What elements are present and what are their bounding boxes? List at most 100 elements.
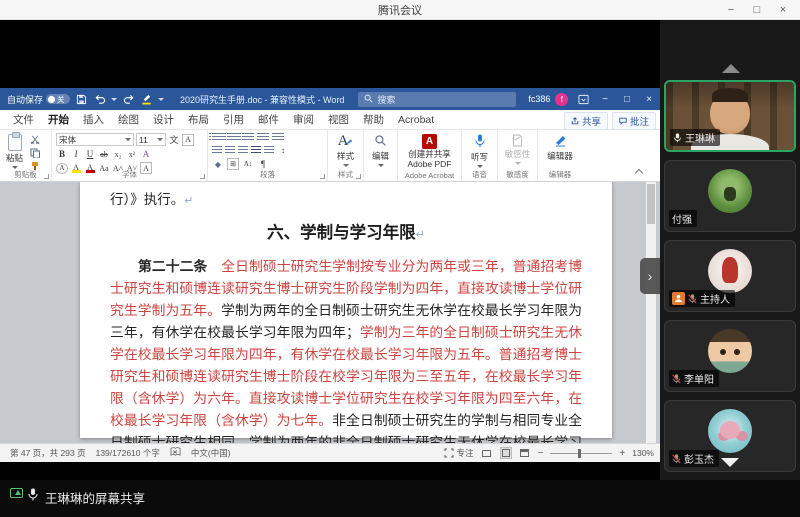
- screen-share-stage: 自动保存 关 2020研究生手册.doc - 兼容性模式 - Wor: [0, 20, 660, 480]
- scroll-up-arrow[interactable]: [722, 64, 740, 73]
- minimize-button[interactable]: −: [718, 0, 744, 20]
- document-page[interactable]: 行）》执行。↵ 六、学制与学习年限↵ 第二十二条 全日制硕士研究生学制按专业分为…: [80, 182, 612, 438]
- align-left-icon[interactable]: [212, 146, 222, 155]
- zoom-level[interactable]: 130%: [632, 448, 654, 458]
- distribute-icon[interactable]: [264, 146, 274, 155]
- create-share-adobe-pdf-button[interactable]: A 创建并共享Adobe PDF: [402, 133, 457, 171]
- italic-button[interactable]: I: [70, 148, 82, 160]
- paste-button[interactable]: 粘贴: [4, 133, 25, 171]
- document-canvas[interactable]: 行）》执行。↵ 六、学制与学习年限↵ 第二十二条 全日制硕士研究生学制按专业分为…: [0, 182, 660, 443]
- dictate-button[interactable]: 听写: [466, 133, 493, 169]
- ribbon-tab[interactable]: 设计: [146, 110, 181, 129]
- zoom-slider[interactable]: [550, 453, 612, 454]
- ribbon-tab[interactable]: 布局: [181, 110, 216, 129]
- paragraph-dialog-launcher[interactable]: [320, 174, 325, 179]
- scrollbar-thumb[interactable]: [647, 184, 655, 224]
- collapse-ribbon-icon[interactable]: [635, 169, 643, 177]
- ribbon-tab[interactable]: 开始: [41, 110, 76, 129]
- bullets-icon[interactable]: [212, 133, 224, 142]
- participant-tile[interactable]: 主持人: [664, 240, 796, 312]
- participant-tile[interactable]: 李单阳: [664, 320, 796, 392]
- decrease-indent-icon[interactable]: [257, 133, 269, 142]
- account-name: fc386: [528, 94, 550, 104]
- participant-tile[interactable]: 付强: [664, 160, 796, 232]
- multilevel-list-icon[interactable]: [242, 133, 254, 142]
- character-border-icon[interactable]: A: [182, 134, 194, 146]
- underline-button[interactable]: U: [84, 148, 96, 160]
- line-spacing-icon[interactable]: ↕: [277, 144, 289, 156]
- language-indicator[interactable]: 中文(中国): [191, 447, 231, 459]
- close-button[interactable]: ×: [770, 0, 796, 20]
- phonetic-guide-icon[interactable]: 文: [168, 134, 180, 146]
- superscript-button[interactable]: x²: [126, 148, 138, 160]
- undo-dropdown-caret[interactable]: [111, 98, 117, 101]
- ribbon-display-options-icon[interactable]: [572, 88, 594, 110]
- undo-icon[interactable]: [93, 93, 106, 106]
- share-button[interactable]: 共享: [564, 112, 608, 130]
- ribbon-tab[interactable]: 绘图: [111, 110, 146, 129]
- maximize-button[interactable]: □: [744, 0, 770, 20]
- editor-button[interactable]: 编辑器: [542, 133, 578, 163]
- font-name-select[interactable]: 宋体: [56, 133, 134, 146]
- ribbon-tab[interactable]: Acrobat: [391, 110, 441, 129]
- search-box[interactable]: 搜索: [358, 92, 516, 107]
- editor-group: 编辑器 编辑器: [538, 130, 582, 181]
- numbering-icon[interactable]: [227, 133, 239, 142]
- ribbon-tab[interactable]: 邮件: [251, 110, 286, 129]
- page-indicator[interactable]: 第 47 页，共 293 页: [10, 447, 86, 459]
- sidebar-collapse-button[interactable]: ›: [640, 258, 660, 294]
- vertical-scrollbar[interactable]: [646, 182, 656, 443]
- word-count[interactable]: 139/172610 个字: [96, 447, 160, 459]
- comments-button[interactable]: 批注: [612, 112, 656, 130]
- ribbon-tab[interactable]: 引用: [216, 110, 251, 129]
- highlighter-icon[interactable]: [140, 93, 153, 106]
- host-icon: [672, 292, 685, 305]
- editing-button[interactable]: 编辑: [368, 133, 393, 168]
- word-close-button[interactable]: ×: [638, 88, 660, 110]
- font-dialog-launcher[interactable]: [200, 174, 205, 179]
- paragraph-group: ↕ ◆ ⊞ A↓ ¶ 段落: [208, 130, 328, 181]
- increase-indent-icon[interactable]: [272, 133, 284, 142]
- font-size-select[interactable]: 11: [136, 133, 166, 146]
- ribbon-tab[interactable]: 视图: [321, 110, 356, 129]
- strikethrough-button[interactable]: ab: [98, 148, 110, 160]
- focus-mode-button[interactable]: 专注: [444, 447, 474, 459]
- bold-button[interactable]: B: [56, 148, 68, 160]
- styles-dialog-launcher[interactable]: [356, 174, 361, 179]
- subscript-button[interactable]: x₂: [112, 148, 124, 160]
- ribbon-tab[interactable]: 审阅: [286, 110, 321, 129]
- zoom-slider-thumb[interactable]: [578, 449, 581, 458]
- zoom-in-button[interactable]: +: [619, 448, 625, 459]
- align-right-icon[interactable]: [238, 146, 248, 155]
- ribbon-tab[interactable]: 插入: [76, 110, 111, 129]
- ribbon-tab[interactable]: 文件: [6, 110, 41, 129]
- participant-name: 王琳琳: [685, 130, 715, 145]
- align-center-icon[interactable]: [225, 146, 235, 155]
- document-prev-line: 行）》执行。: [110, 192, 184, 207]
- print-layout-icon[interactable]: [500, 447, 512, 459]
- cut-icon[interactable]: [28, 134, 41, 145]
- styles-button[interactable]: A 样式: [332, 133, 359, 168]
- zoom-out-button[interactable]: −: [538, 448, 544, 459]
- sensitivity-button[interactable]: 敏感性: [502, 133, 533, 166]
- ribbon-tab[interactable]: 帮助: [356, 110, 391, 129]
- meeting-titlebar: 腾讯会议 − □ ×: [0, 0, 800, 20]
- scroll-down-arrow[interactable]: [721, 458, 739, 467]
- qat-more-caret[interactable]: [158, 98, 164, 101]
- copy-icon[interactable]: [28, 147, 41, 158]
- clipboard-dialog-launcher[interactable]: [44, 174, 49, 179]
- web-layout-icon[interactable]: [519, 447, 531, 459]
- proofing-icon[interactable]: [170, 447, 181, 459]
- account-area[interactable]: fc386 f: [528, 93, 568, 106]
- clear-formatting-icon[interactable]: A: [140, 148, 152, 160]
- justify-icon[interactable]: [251, 146, 261, 155]
- autosave-toggle[interactable]: 自动保存 关: [7, 93, 70, 106]
- redo-icon[interactable]: [122, 93, 135, 106]
- participant-tile[interactable]: 王琳琳: [664, 80, 796, 152]
- styles-group: A 样式 样式: [328, 130, 364, 181]
- mic-muted-icon: [688, 294, 697, 304]
- save-icon[interactable]: [75, 93, 88, 106]
- word-maximize-button[interactable]: □: [616, 88, 638, 110]
- read-mode-icon[interactable]: [481, 447, 493, 459]
- word-minimize-button[interactable]: −: [594, 88, 616, 110]
